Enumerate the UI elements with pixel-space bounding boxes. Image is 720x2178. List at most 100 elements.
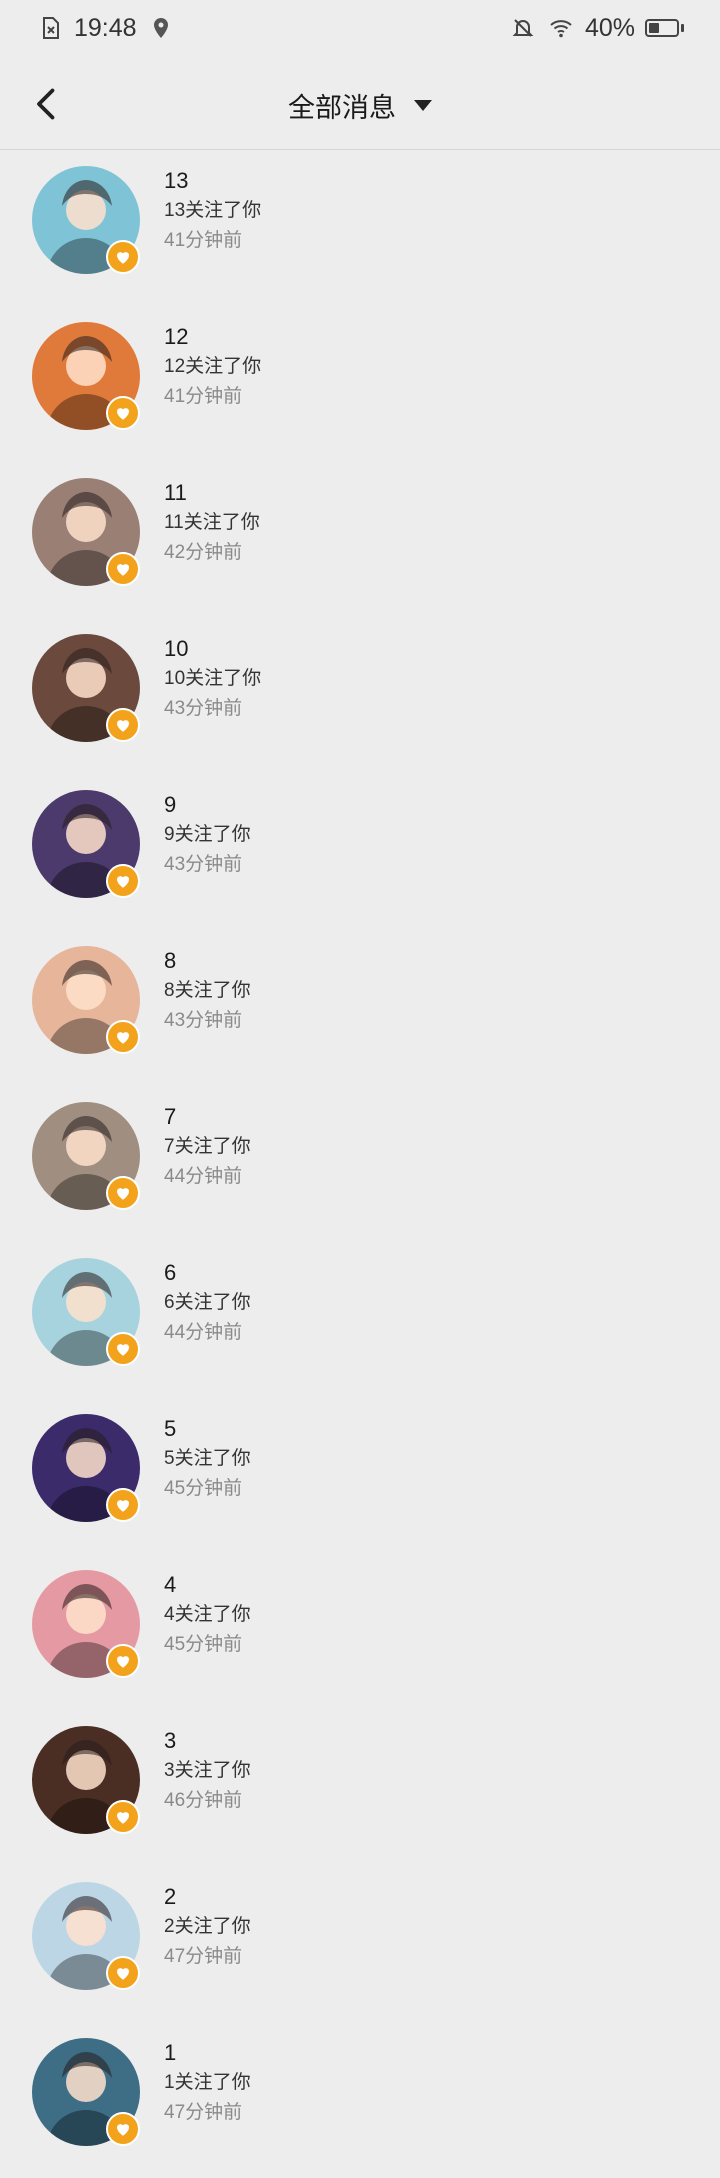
item-username[interactable]: 1	[164, 2038, 251, 2068]
follow-heart-badge	[106, 1020, 140, 1054]
heart-icon	[117, 720, 129, 732]
sim-error-icon	[36, 14, 64, 42]
item-text: 1 1关注了你 47分钟前	[164, 2038, 251, 2128]
avatar-container[interactable]	[32, 2038, 140, 2146]
item-message: 6关注了你	[164, 1292, 251, 1313]
avatar-container[interactable]	[32, 166, 140, 274]
status-right: 40%	[509, 14, 684, 43]
status-bar: 19:48 40%	[0, 0, 720, 56]
list-item[interactable]: 8 8关注了你 43分钟前	[0, 930, 720, 1086]
status-time: 19:48	[74, 13, 137, 42]
mute-bell-icon	[509, 14, 537, 42]
avatar-container[interactable]	[32, 1102, 140, 1210]
item-username[interactable]: 13	[164, 166, 261, 196]
item-username[interactable]: 3	[164, 1726, 251, 1756]
item-time: 45分钟前	[164, 1478, 243, 1499]
list-item[interactable]: 13 13关注了你 41分钟前	[0, 150, 720, 306]
avatar-container[interactable]	[32, 1726, 140, 1834]
avatar-container[interactable]	[32, 790, 140, 898]
item-username[interactable]: 5	[164, 1414, 251, 1444]
list-item[interactable]: 6 6关注了你 44分钟前	[0, 1242, 720, 1398]
heart-icon	[117, 1812, 129, 1824]
avatar-container[interactable]	[32, 322, 140, 430]
heart-icon	[117, 1032, 129, 1044]
list-item[interactable]: 10 10关注了你 43分钟前	[0, 618, 720, 774]
follow-heart-badge	[106, 1332, 140, 1366]
item-time: 41分钟前	[164, 230, 243, 251]
follow-heart-badge	[106, 1644, 140, 1678]
item-message: 13关注了你	[164, 200, 262, 221]
top-navigation-bar: 全部消息	[0, 56, 720, 150]
heart-icon	[117, 2124, 129, 2136]
item-message: 5关注了你	[164, 1448, 251, 1469]
item-username[interactable]: 8	[164, 946, 251, 976]
item-username[interactable]: 4	[164, 1570, 251, 1600]
item-time: 47分钟前	[164, 2102, 243, 2123]
item-message: 4关注了你	[164, 1604, 251, 1625]
item-time: 43分钟前	[164, 698, 243, 719]
list-item[interactable]: 5 5关注了你 45分钟前	[0, 1398, 720, 1554]
item-text: 8 8关注了你 43分钟前	[164, 946, 251, 1036]
avatar-container[interactable]	[32, 946, 140, 1054]
list-item[interactable]: 4 4关注了你 45分钟前	[0, 1554, 720, 1710]
item-message: 11关注了你	[164, 512, 260, 533]
list-item[interactable]: 2 2关注了你 47分钟前	[0, 1866, 720, 2022]
item-username[interactable]: 12	[164, 322, 261, 352]
list-item[interactable]: 1 1关注了你 47分钟前	[0, 2022, 720, 2178]
wifi-icon	[547, 14, 575, 42]
list-item[interactable]: 3 3关注了你 46分钟前	[0, 1710, 720, 1866]
item-message: 10关注了你	[164, 668, 262, 689]
heart-icon	[117, 252, 129, 264]
avatar-container[interactable]	[32, 1258, 140, 1366]
location-icon	[147, 14, 175, 42]
item-time: 45分钟前	[164, 1634, 243, 1655]
avatar-container[interactable]	[32, 634, 140, 742]
item-message: 1关注了你	[164, 2072, 251, 2093]
item-username[interactable]: 2	[164, 1882, 251, 1912]
item-text: 4 4关注了你 45分钟前	[164, 1570, 251, 1660]
heart-icon	[117, 408, 129, 420]
item-time: 43分钟前	[164, 854, 243, 875]
triangle-down-icon	[414, 100, 432, 111]
item-text: 5 5关注了你 45分钟前	[164, 1414, 251, 1504]
heart-icon	[117, 876, 129, 888]
list-item[interactable]: 12 12关注了你 41分钟前	[0, 306, 720, 462]
item-username[interactable]: 7	[164, 1102, 251, 1132]
heart-icon	[117, 1344, 129, 1356]
item-username[interactable]: 11	[164, 478, 260, 508]
item-text: 2 2关注了你 47分钟前	[164, 1882, 251, 1972]
page-title: 全部消息	[288, 93, 396, 123]
item-time: 44分钟前	[164, 1322, 243, 1343]
item-message: 9关注了你	[164, 824, 251, 845]
heart-icon	[117, 1656, 129, 1668]
item-text: 11 11关注了你 42分钟前	[164, 478, 260, 568]
item-message: 12关注了你	[164, 356, 262, 377]
item-username[interactable]: 6	[164, 1258, 251, 1288]
item-time: 41分钟前	[164, 386, 243, 407]
item-time: 42分钟前	[164, 542, 243, 563]
message-filter-dropdown[interactable]: 全部消息	[0, 86, 720, 125]
avatar-container[interactable]	[32, 478, 140, 586]
avatar-container[interactable]	[32, 1570, 140, 1678]
item-time: 46分钟前	[164, 1790, 243, 1811]
item-text: 6 6关注了你 44分钟前	[164, 1258, 251, 1348]
follow-heart-badge	[106, 708, 140, 742]
avatar-container[interactable]	[32, 1414, 140, 1522]
follow-heart-badge	[106, 396, 140, 430]
item-text: 9 9关注了你 43分钟前	[164, 790, 251, 880]
heart-icon	[117, 564, 129, 576]
list-item[interactable]: 9 9关注了你 43分钟前	[0, 774, 720, 930]
item-text: 13 13关注了你 41分钟前	[164, 166, 261, 256]
list-item[interactable]: 7 7关注了你 44分钟前	[0, 1086, 720, 1242]
item-text: 12 12关注了你 41分钟前	[164, 322, 261, 412]
list-item[interactable]: 11 11关注了你 42分钟前	[0, 462, 720, 618]
item-username[interactable]: 9	[164, 790, 251, 820]
message-list: 13 13关注了你 41分钟前 12 12关注了你 41分钟前 11 11关注了…	[0, 150, 720, 2178]
item-text: 10 10关注了你 43分钟前	[164, 634, 261, 724]
item-time: 47分钟前	[164, 1946, 243, 1967]
item-message: 3关注了你	[164, 1760, 251, 1781]
item-username[interactable]: 10	[164, 634, 261, 664]
follow-heart-badge	[106, 1176, 140, 1210]
battery-percent: 40%	[584, 13, 635, 42]
avatar-container[interactable]	[32, 1882, 140, 1990]
